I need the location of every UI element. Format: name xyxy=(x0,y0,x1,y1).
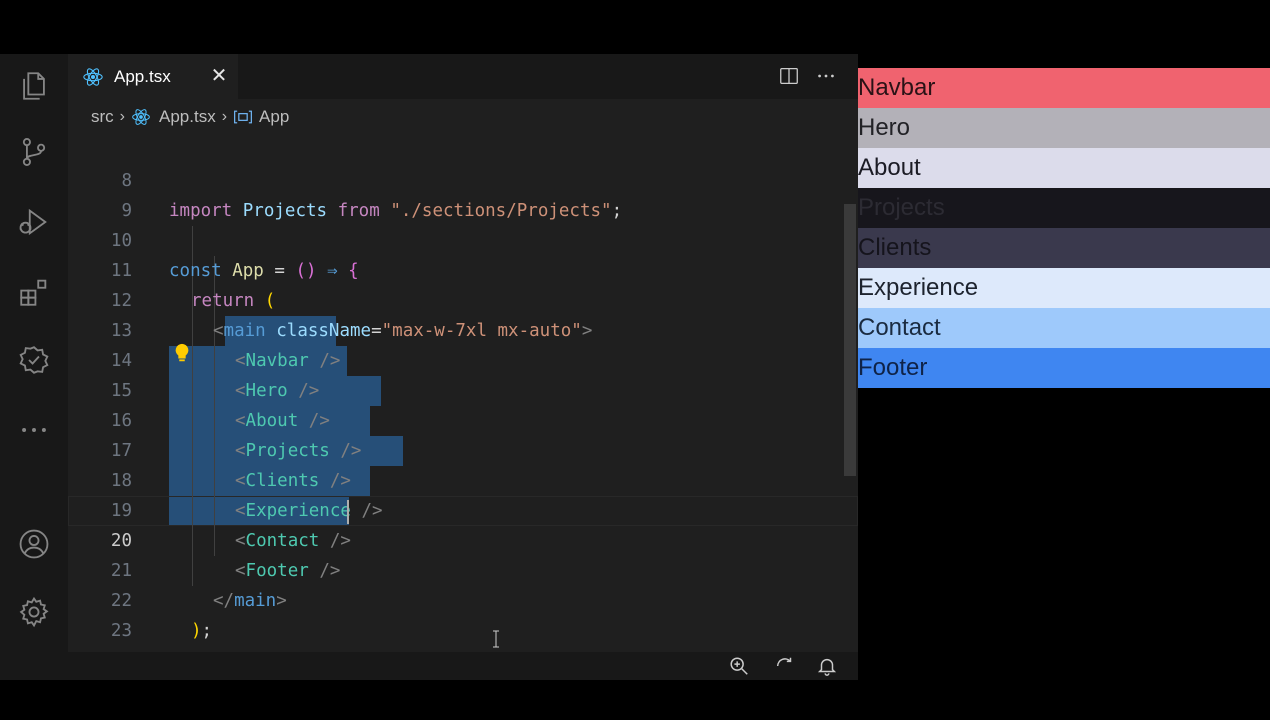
split-editor-icon[interactable] xyxy=(778,65,800,87)
browser-preview: Navbar Hero About Projects Clients Experience… xyxy=(858,54,1270,680)
code-area[interactable]: 8 import Projects from "./sections/Proje… xyxy=(68,136,858,652)
code-line[interactable]: 17 <Clients /> xyxy=(68,406,858,491)
symbol-variable-icon xyxy=(234,110,252,124)
preview-section-footer: Footer xyxy=(858,348,1270,388)
tab-app-tsx[interactable]: App.tsx ✕ xyxy=(68,54,238,99)
code-line[interactable]: 24 xyxy=(68,616,858,652)
chevron-right-icon: › xyxy=(119,108,125,125)
code-line[interactable]: 18 <Experience /> xyxy=(68,436,858,521)
code-line[interactable]: 12 <main className="max-w-7xl mx-auto"> xyxy=(68,256,858,341)
tab-label: App.tsx xyxy=(114,67,171,86)
source-control-icon[interactable] xyxy=(14,132,54,172)
more-actions-icon[interactable] xyxy=(815,65,837,87)
notification-bell-icon[interactable] xyxy=(815,655,839,677)
code-line[interactable]: 9 xyxy=(68,166,858,221)
run-debug-icon[interactable] xyxy=(14,202,54,242)
breadcrumb-symbol[interactable]: App xyxy=(259,107,289,127)
preview-section-about: About xyxy=(858,148,1270,188)
code-line[interactable]: 23 }; xyxy=(68,586,858,652)
account-icon[interactable] xyxy=(14,524,54,564)
code-line[interactable]: 16 <Projects /> xyxy=(68,376,858,461)
preview-section-experience: Experience xyxy=(858,268,1270,308)
code-line[interactable]: 19 <Contact /> xyxy=(68,466,858,551)
breadcrumb-folder[interactable]: src xyxy=(91,107,114,127)
preview-section-projects: Projects xyxy=(858,188,1270,228)
close-icon[interactable]: ✕ xyxy=(208,64,230,86)
breadcrumb: src › App.tsx › App xyxy=(68,100,858,134)
status-bar xyxy=(0,652,858,680)
explorer-icon[interactable] xyxy=(14,66,54,106)
activity-bar xyxy=(0,54,68,652)
preview-section-navbar: Navbar xyxy=(858,68,1270,108)
preview-section-clients: Clients xyxy=(858,228,1270,268)
code-editor-window: App.tsx ✕ src › App.tsx › App 8 import P… xyxy=(0,54,858,680)
react-icon xyxy=(132,109,150,125)
mouse-ibeam-cursor-icon xyxy=(493,630,499,648)
extensions-icon[interactable] xyxy=(14,272,54,312)
preview-section-contact: Contact xyxy=(858,308,1270,348)
code-line[interactable]: 11 return ( xyxy=(68,226,858,311)
code-line[interactable]: 8 import Projects from "./sections/Proje… xyxy=(68,136,858,221)
testing-icon[interactable] xyxy=(14,340,54,380)
settings-gear-icon[interactable] xyxy=(14,592,54,632)
text-cursor xyxy=(347,500,349,524)
react-icon xyxy=(83,68,103,86)
zoom-in-icon[interactable] xyxy=(727,655,751,677)
code-line[interactable]: 13 <Navbar /> xyxy=(68,286,858,371)
code-line[interactable]: 10 const App = () ⇒ { xyxy=(68,196,858,281)
code-line[interactable]: 22 ); xyxy=(68,556,858,641)
tab-bar: App.tsx ✕ xyxy=(68,54,858,99)
code-line[interactable]: 21 </main> xyxy=(68,526,858,611)
vertical-scrollbar[interactable] xyxy=(844,204,856,476)
more-icon[interactable] xyxy=(14,410,54,450)
preview-section-hero: Hero xyxy=(858,108,1270,148)
sync-icon[interactable] xyxy=(773,655,797,677)
code-line[interactable]: 20 <Footer /> xyxy=(68,496,858,581)
breadcrumb-file[interactable]: App.tsx xyxy=(159,107,216,127)
chevron-right-icon: › xyxy=(221,108,228,125)
lightbulb-icon[interactable] xyxy=(171,342,193,364)
browser-toolbar-strip xyxy=(858,54,1270,68)
